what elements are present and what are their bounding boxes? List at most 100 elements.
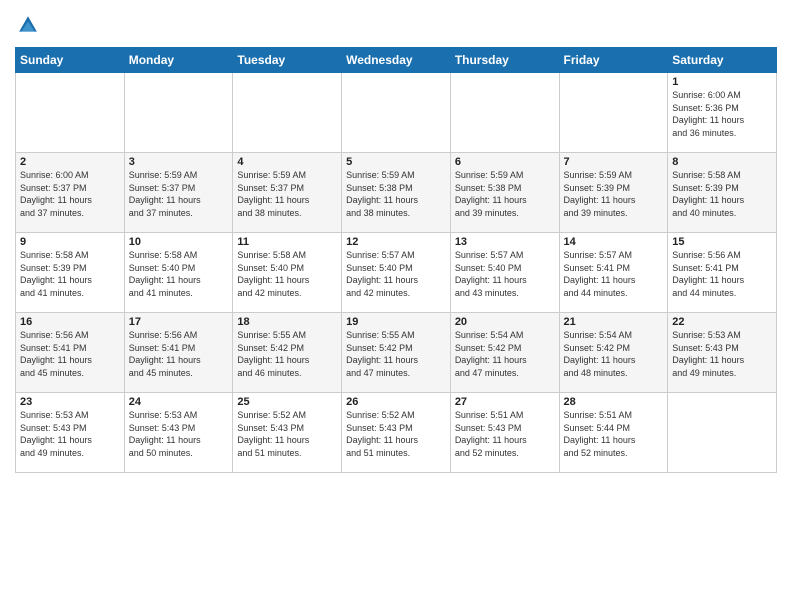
day-info: Sunrise: 5:57 AM Sunset: 5:40 PM Dayligh… [455,249,555,299]
day-number: 14 [564,236,664,248]
week-row-4: 23Sunrise: 5:53 AM Sunset: 5:43 PM Dayli… [16,393,777,473]
day-number: 18 [237,316,337,328]
calendar-table: SundayMondayTuesdayWednesdayThursdayFrid… [15,47,777,473]
day-cell: 20Sunrise: 5:54 AM Sunset: 5:42 PM Dayli… [450,313,559,393]
day-info: Sunrise: 5:59 AM Sunset: 5:39 PM Dayligh… [564,169,664,219]
day-number: 28 [564,396,664,408]
day-number: 21 [564,316,664,328]
day-info: Sunrise: 5:53 AM Sunset: 5:43 PM Dayligh… [20,409,120,459]
day-cell: 21Sunrise: 5:54 AM Sunset: 5:42 PM Dayli… [559,313,668,393]
day-cell [668,393,777,473]
logo-icon [17,14,39,36]
logo [15,14,42,41]
day-number: 17 [129,316,229,328]
day-number: 26 [346,396,446,408]
day-info: Sunrise: 5:56 AM Sunset: 5:41 PM Dayligh… [20,329,120,379]
weekday-header-saturday: Saturday [668,48,777,73]
day-cell: 4Sunrise: 5:59 AM Sunset: 5:37 PM Daylig… [233,153,342,233]
day-number: 6 [455,156,555,168]
day-number: 5 [346,156,446,168]
day-cell: 7Sunrise: 5:59 AM Sunset: 5:39 PM Daylig… [559,153,668,233]
day-number: 16 [20,316,120,328]
week-row-2: 9Sunrise: 5:58 AM Sunset: 5:39 PM Daylig… [16,233,777,313]
day-info: Sunrise: 5:51 AM Sunset: 5:44 PM Dayligh… [564,409,664,459]
day-cell [559,73,668,153]
day-cell [342,73,451,153]
weekday-header-friday: Friday [559,48,668,73]
day-info: Sunrise: 5:53 AM Sunset: 5:43 PM Dayligh… [129,409,229,459]
day-cell: 1Sunrise: 6:00 AM Sunset: 5:36 PM Daylig… [668,73,777,153]
day-cell: 16Sunrise: 5:56 AM Sunset: 5:41 PM Dayli… [16,313,125,393]
day-number: 1 [672,76,772,88]
day-number: 3 [129,156,229,168]
day-number: 22 [672,316,772,328]
day-cell: 6Sunrise: 5:59 AM Sunset: 5:38 PM Daylig… [450,153,559,233]
day-info: Sunrise: 5:59 AM Sunset: 5:38 PM Dayligh… [346,169,446,219]
week-row-3: 16Sunrise: 5:56 AM Sunset: 5:41 PM Dayli… [16,313,777,393]
day-info: Sunrise: 5:52 AM Sunset: 5:43 PM Dayligh… [237,409,337,459]
day-info: Sunrise: 5:53 AM Sunset: 5:43 PM Dayligh… [672,329,772,379]
day-info: Sunrise: 5:55 AM Sunset: 5:42 PM Dayligh… [237,329,337,379]
day-info: Sunrise: 5:58 AM Sunset: 5:39 PM Dayligh… [672,169,772,219]
weekday-header-wednesday: Wednesday [342,48,451,73]
day-number: 9 [20,236,120,248]
weekday-header-sunday: Sunday [16,48,125,73]
day-number: 24 [129,396,229,408]
day-cell: 22Sunrise: 5:53 AM Sunset: 5:43 PM Dayli… [668,313,777,393]
day-cell [450,73,559,153]
day-info: Sunrise: 6:00 AM Sunset: 5:37 PM Dayligh… [20,169,120,219]
day-info: Sunrise: 5:59 AM Sunset: 5:37 PM Dayligh… [237,169,337,219]
weekday-header-row: SundayMondayTuesdayWednesdayThursdayFrid… [16,48,777,73]
day-cell: 5Sunrise: 5:59 AM Sunset: 5:38 PM Daylig… [342,153,451,233]
day-info: Sunrise: 5:55 AM Sunset: 5:42 PM Dayligh… [346,329,446,379]
day-cell: 17Sunrise: 5:56 AM Sunset: 5:41 PM Dayli… [124,313,233,393]
day-info: Sunrise: 5:56 AM Sunset: 5:41 PM Dayligh… [672,249,772,299]
day-cell: 26Sunrise: 5:52 AM Sunset: 5:43 PM Dayli… [342,393,451,473]
day-cell: 28Sunrise: 5:51 AM Sunset: 5:44 PM Dayli… [559,393,668,473]
day-cell: 14Sunrise: 5:57 AM Sunset: 5:41 PM Dayli… [559,233,668,313]
day-number: 27 [455,396,555,408]
day-info: Sunrise: 5:57 AM Sunset: 5:41 PM Dayligh… [564,249,664,299]
day-info: Sunrise: 5:54 AM Sunset: 5:42 PM Dayligh… [564,329,664,379]
day-cell: 23Sunrise: 5:53 AM Sunset: 5:43 PM Dayli… [16,393,125,473]
day-number: 20 [455,316,555,328]
weekday-header-tuesday: Tuesday [233,48,342,73]
day-number: 4 [237,156,337,168]
day-number: 15 [672,236,772,248]
day-cell: 8Sunrise: 5:58 AM Sunset: 5:39 PM Daylig… [668,153,777,233]
day-info: Sunrise: 5:58 AM Sunset: 5:40 PM Dayligh… [237,249,337,299]
week-row-0: 1Sunrise: 6:00 AM Sunset: 5:36 PM Daylig… [16,73,777,153]
day-cell: 2Sunrise: 6:00 AM Sunset: 5:37 PM Daylig… [16,153,125,233]
day-info: Sunrise: 6:00 AM Sunset: 5:36 PM Dayligh… [672,89,772,139]
day-cell: 9Sunrise: 5:58 AM Sunset: 5:39 PM Daylig… [16,233,125,313]
day-info: Sunrise: 5:59 AM Sunset: 5:37 PM Dayligh… [129,169,229,219]
day-cell: 15Sunrise: 5:56 AM Sunset: 5:41 PM Dayli… [668,233,777,313]
day-number: 25 [237,396,337,408]
day-cell: 12Sunrise: 5:57 AM Sunset: 5:40 PM Dayli… [342,233,451,313]
day-number: 12 [346,236,446,248]
day-info: Sunrise: 5:58 AM Sunset: 5:40 PM Dayligh… [129,249,229,299]
day-cell: 3Sunrise: 5:59 AM Sunset: 5:37 PM Daylig… [124,153,233,233]
header [15,10,777,41]
day-cell [124,73,233,153]
day-number: 11 [237,236,337,248]
weekday-header-thursday: Thursday [450,48,559,73]
day-number: 13 [455,236,555,248]
day-number: 7 [564,156,664,168]
day-cell: 19Sunrise: 5:55 AM Sunset: 5:42 PM Dayli… [342,313,451,393]
day-info: Sunrise: 5:52 AM Sunset: 5:43 PM Dayligh… [346,409,446,459]
day-number: 8 [672,156,772,168]
day-cell: 24Sunrise: 5:53 AM Sunset: 5:43 PM Dayli… [124,393,233,473]
day-cell [16,73,125,153]
day-cell [233,73,342,153]
day-cell: 10Sunrise: 5:58 AM Sunset: 5:40 PM Dayli… [124,233,233,313]
day-number: 10 [129,236,229,248]
day-cell: 18Sunrise: 5:55 AM Sunset: 5:42 PM Dayli… [233,313,342,393]
day-info: Sunrise: 5:54 AM Sunset: 5:42 PM Dayligh… [455,329,555,379]
day-cell: 13Sunrise: 5:57 AM Sunset: 5:40 PM Dayli… [450,233,559,313]
week-row-1: 2Sunrise: 6:00 AM Sunset: 5:37 PM Daylig… [16,153,777,233]
page: SundayMondayTuesdayWednesdayThursdayFrid… [0,0,792,612]
day-info: Sunrise: 5:51 AM Sunset: 5:43 PM Dayligh… [455,409,555,459]
day-cell: 25Sunrise: 5:52 AM Sunset: 5:43 PM Dayli… [233,393,342,473]
day-info: Sunrise: 5:56 AM Sunset: 5:41 PM Dayligh… [129,329,229,379]
